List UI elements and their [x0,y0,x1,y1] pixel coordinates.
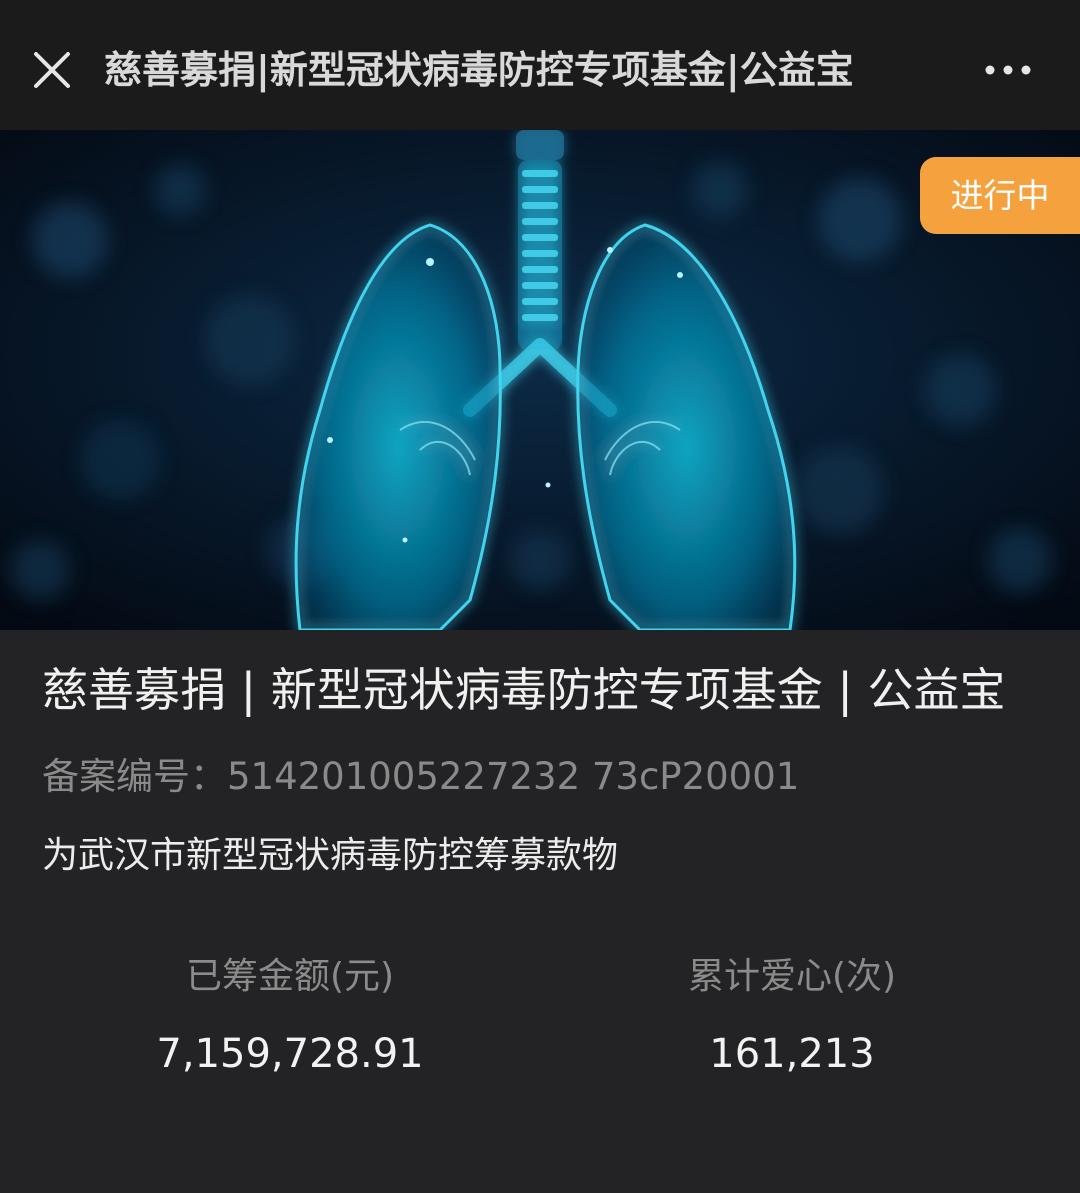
status-badge: 进行中 [920,157,1080,234]
navigation-bar: 慈善募捐|新型冠状病毒防控专项基金|公益宝 [0,0,1080,130]
lungs-illustration [0,130,1080,630]
record-label: 备案编号： [42,755,227,798]
raised-amount-value: 7,159,728.91 [156,1031,424,1077]
donation-count-stat: 累计爱心(次) 161,213 [522,952,1062,1080]
hero-banner [0,130,1080,630]
raised-amount-label: 已筹金额(元) [185,956,395,997]
project-description: 为武汉市新型冠状病毒防控筹募款物 [42,835,619,876]
record-number: 514201005227232 73cP20001 [227,755,800,798]
more-icon [985,65,1031,75]
close-icon [34,52,70,88]
donation-count-label: 累计爱心(次) [687,956,897,997]
donation-count-value: 161,213 [709,1031,875,1077]
more-options-button[interactable] [978,50,1038,90]
page-title: 慈善募捐|新型冠状病毒防控专项基金|公益宝 [104,48,854,92]
project-title: 慈善募捐 | 新型冠状病毒防控专项基金 | 公益宝 [42,663,1006,717]
record-number-line: 备案编号：514201005227232 73cP20001 [42,752,1042,802]
raised-amount-stat: 已筹金额(元) 7,159,728.91 [20,952,560,1080]
close-button[interactable] [30,48,74,92]
